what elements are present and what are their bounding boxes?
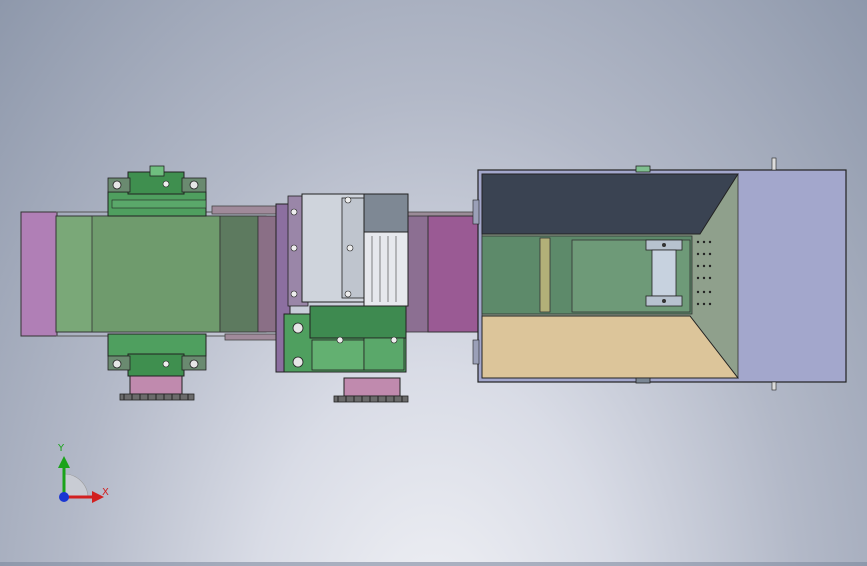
y-axis-label: Y	[58, 443, 65, 454]
conveyor-belt[interactable]	[20, 205, 481, 341]
coordinate-triad	[58, 456, 104, 503]
gear-motor[interactable]	[275, 193, 409, 373]
belt-shadow-panel	[219, 215, 259, 333]
belt-side-plate	[257, 215, 279, 333]
belt-right-end	[427, 215, 479, 333]
belt-panel	[91, 215, 221, 333]
left-sprocket[interactable]	[119, 375, 195, 401]
right-sprocket[interactable]	[333, 377, 409, 403]
model-drawing[interactable]	[0, 0, 867, 562]
cad-viewport[interactable]	[0, 0, 867, 562]
z-axis-dot	[59, 492, 69, 502]
belt-left-end-cap	[20, 211, 58, 337]
x-axis-label: X	[102, 487, 109, 498]
y-axis-arrow	[58, 456, 70, 468]
